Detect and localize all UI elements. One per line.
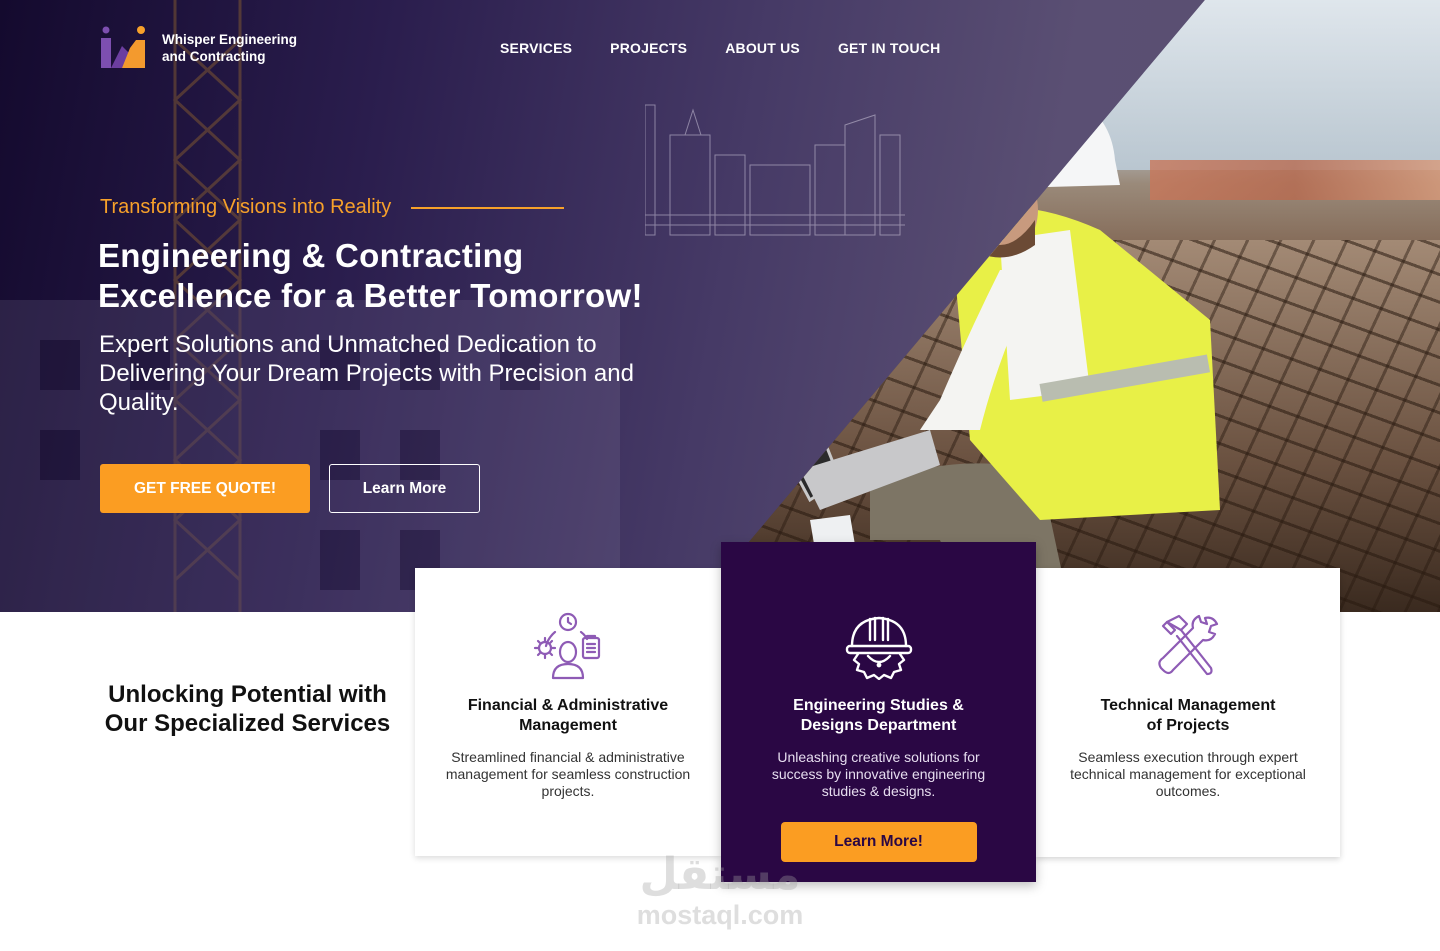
hammer-wrench-icon [1158, 614, 1219, 676]
headline-line1: Engineering & Contracting [98, 237, 524, 274]
card-title-line1: Financial & Administrative [467, 697, 669, 714]
headline-line2: Excellence for a Better Tomorrow! [98, 277, 643, 314]
service-card-financial[interactable]: Financial & Administrative Management St… [415, 568, 721, 856]
learn-more-button[interactable]: Learn More [329, 464, 480, 513]
watermark-latin: mostaql.com [636, 900, 804, 930]
hero-subheadline: Expert Solutions and Unmatched Dedicatio… [99, 331, 634, 416]
service-card-engineering[interactable]: Engineering Studies & Designs Department… [721, 542, 1036, 882]
nav-about-us[interactable]: ABOUT US [725, 40, 800, 56]
card-title-line2: Management [519, 716, 617, 734]
main-nav: SERVICES PROJECTS ABOUT US GET IN TOUCH [500, 40, 940, 56]
nav-services[interactable]: SERVICES [500, 40, 572, 56]
brand-logo[interactable]: Whisper Engineering and Contracting [100, 26, 297, 70]
card-title-line2: of Projects [1146, 716, 1230, 734]
brand-name-line1: Whisper Engineering [162, 32, 298, 47]
get-free-quote-button[interactable]: GET FREE QUOTE! [100, 464, 310, 513]
tagline-divider [411, 206, 565, 209]
nav-get-in-touch[interactable]: GET IN TOUCH [838, 40, 940, 56]
card-learn-more-button[interactable]: Learn More! [780, 822, 977, 862]
card-title-line1: Technical Management [1100, 697, 1276, 714]
service-card-technical[interactable]: Technical Management of Projects Seamles… [1036, 568, 1340, 857]
skyline-sketch [645, 104, 905, 236]
hero-headline: Engineering & Contracting Excellence for… [98, 236, 718, 316]
helmet-gear-icon [845, 616, 912, 680]
hero-tagline: Transforming Visions into Reality [100, 196, 565, 219]
mostaql-watermark: مستقل mostaql.com [632, 850, 808, 930]
card-description: Streamlined financial & administrative m… [445, 749, 691, 799]
card-description: Unleashing creative solutions for succes… [771, 749, 986, 799]
logo-mark-icon [101, 26, 145, 68]
card-description: Seamless execution through expert techni… [1070, 749, 1306, 799]
brand-name-line2: and Contracting [162, 49, 266, 64]
card-title-line1: Engineering Studies & [793, 697, 964, 714]
nav-projects[interactable]: PROJECTS [610, 40, 687, 56]
management-person-icon [533, 612, 601, 680]
services-section-title: Unlocking Potential with Our Specialized… [104, 681, 391, 737]
hero-section: Whisper Engineering and Contracting SERV… [0, 0, 1440, 612]
watermark-arabic: مستقل [639, 850, 801, 899]
tagline-text: Transforming Visions into Reality [100, 196, 392, 218]
page: Whisper Engineering and Contracting SERV… [0, 0, 1440, 951]
card-title-line2: Designs Department [800, 716, 957, 734]
